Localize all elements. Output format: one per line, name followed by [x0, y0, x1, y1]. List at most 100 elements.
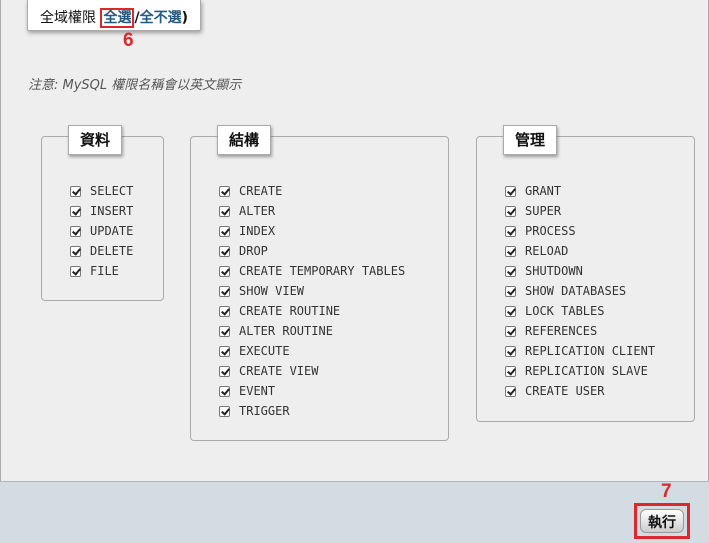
- group-structure-items: CREATE ALTER INDEX DROP CREATE TEMPORARY TAB…: [219, 181, 405, 421]
- privilege-item: LOCK TABLES: [505, 301, 655, 321]
- privilege-label[interactable]: CREATE TEMPORARY TABLES: [239, 264, 405, 278]
- privilege-item: INDEX: [219, 221, 405, 241]
- privilege-item: INSERT: [70, 201, 133, 221]
- privilege-checkbox[interactable]: [505, 365, 516, 377]
- privilege-checkbox[interactable]: [219, 385, 230, 397]
- group-data-items: SELECT INSERT UPDATE DELETE FILE: [70, 181, 133, 281]
- privilege-label[interactable]: FILE: [90, 264, 119, 278]
- global-privileges-legend: 全域權限 全選/全不選): [27, 0, 201, 31]
- privilege-item: CREATE TEMPORARY TABLES: [219, 261, 405, 281]
- privilege-checkbox[interactable]: [219, 245, 230, 257]
- legend-close-paren: ): [181, 10, 188, 26]
- privilege-checkbox[interactable]: [219, 205, 230, 217]
- privilege-item: SELECT: [70, 181, 133, 201]
- privilege-checkbox[interactable]: [219, 285, 230, 297]
- privilege-item: DROP: [219, 241, 405, 261]
- privilege-item: SHUTDOWN: [505, 261, 655, 281]
- privilege-label[interactable]: EXECUTE: [239, 344, 290, 358]
- privilege-label[interactable]: CREATE: [239, 184, 282, 198]
- group-admin-items: GRANT SUPER PROCESS RELOAD SHUTDOWN SHOW DATA…: [505, 181, 655, 401]
- privilege-label[interactable]: EVENT: [239, 384, 275, 398]
- privilege-label[interactable]: SELECT: [90, 184, 133, 198]
- privilege-checkbox[interactable]: [70, 265, 81, 277]
- privilege-checkbox[interactable]: [505, 385, 516, 397]
- deselect-all-link[interactable]: 全不選: [140, 10, 182, 26]
- privilege-checkbox[interactable]: [219, 305, 230, 317]
- privilege-item: UPDATE: [70, 221, 133, 241]
- privilege-checkbox[interactable]: [70, 185, 81, 197]
- privilege-checkbox[interactable]: [505, 225, 516, 237]
- privilege-item: GRANT: [505, 181, 655, 201]
- form-footer: [0, 481, 709, 543]
- privilege-item: CREATE ROUTINE: [219, 301, 405, 321]
- privilege-label[interactable]: ALTER ROUTINE: [239, 324, 333, 338]
- privilege-label[interactable]: LOCK TABLES: [525, 304, 604, 318]
- step-marker-7: 7: [661, 481, 672, 502]
- privilege-item: DELETE: [70, 241, 133, 261]
- privilege-label[interactable]: DELETE: [90, 244, 133, 258]
- privilege-item: REPLICATION CLIENT: [505, 341, 655, 361]
- privilege-checkbox[interactable]: [219, 325, 230, 337]
- privilege-label[interactable]: SUPER: [525, 204, 561, 218]
- privilege-checkbox[interactable]: [219, 365, 230, 377]
- privilege-item: CREATE VIEW: [219, 361, 405, 381]
- privilege-label[interactable]: TRIGGER: [239, 404, 290, 418]
- privilege-item: CREATE USER: [505, 381, 655, 401]
- privilege-checkbox[interactable]: [505, 325, 516, 337]
- privilege-checkbox[interactable]: [219, 405, 230, 417]
- privilege-item: PROCESS: [505, 221, 655, 241]
- privilege-item: CREATE: [219, 181, 405, 201]
- privilege-label[interactable]: CREATE ROUTINE: [239, 304, 340, 318]
- privilege-label[interactable]: CREATE USER: [525, 384, 604, 398]
- select-all-highlight: 全選: [100, 8, 135, 28]
- step-marker-6: 6: [123, 30, 134, 51]
- privilege-label[interactable]: REFERENCES: [525, 324, 597, 338]
- privilege-checkbox[interactable]: [505, 265, 516, 277]
- privilege-label[interactable]: UPDATE: [90, 224, 133, 238]
- select-all-link[interactable]: 全選: [103, 10, 131, 26]
- privilege-checkbox[interactable]: [70, 205, 81, 217]
- privilege-label[interactable]: SHUTDOWN: [525, 264, 583, 278]
- group-data: 資料 SELECT INSERT UPDATE DELETE FILE: [41, 125, 164, 301]
- privilege-label[interactable]: REPLICATION CLIENT: [525, 344, 655, 358]
- privilege-label[interactable]: CREATE VIEW: [239, 364, 318, 378]
- privilege-label[interactable]: RELOAD: [525, 244, 568, 258]
- group-data-title: 資料: [68, 125, 123, 155]
- privilege-label[interactable]: SHOW DATABASES: [525, 284, 626, 298]
- privilege-checkbox[interactable]: [219, 185, 230, 197]
- privilege-item: REPLICATION SLAVE: [505, 361, 655, 381]
- privilege-checkbox[interactable]: [219, 345, 230, 357]
- privilege-label[interactable]: PROCESS: [525, 224, 576, 238]
- privilege-item: ALTER: [219, 201, 405, 221]
- privilege-checkbox[interactable]: [505, 345, 516, 357]
- privilege-item: TRIGGER: [219, 401, 405, 421]
- go-button[interactable]: 執行: [640, 509, 684, 533]
- legend-title: 全域權限: [40, 10, 96, 26]
- privilege-checkbox[interactable]: [505, 285, 516, 297]
- group-structure-title: 結構: [217, 125, 272, 155]
- group-admin: 管理 GRANT SUPER PROCESS RELOAD SHUTDOWN SHOW D…: [476, 125, 695, 422]
- privilege-checkbox[interactable]: [505, 305, 516, 317]
- privilege-item: SUPER: [505, 201, 655, 221]
- privilege-checkbox[interactable]: [70, 245, 81, 257]
- privilege-item: EXECUTE: [219, 341, 405, 361]
- privilege-label[interactable]: REPLICATION SLAVE: [525, 364, 648, 378]
- privilege-checkbox[interactable]: [219, 265, 230, 277]
- privilege-label[interactable]: ALTER: [239, 204, 275, 218]
- go-button-highlight: 執行: [634, 503, 690, 539]
- global-privileges-panel: 全域權限 全選/全不選) 6 注意: MySQL 權限名稱會以英文顯示 資料 S…: [0, 0, 709, 481]
- privilege-item: SHOW DATABASES: [505, 281, 655, 301]
- privilege-label[interactable]: INSERT: [90, 204, 133, 218]
- privilege-label[interactable]: GRANT: [525, 184, 561, 198]
- privilege-name-note: 注意: MySQL 權限名稱會以英文顯示: [28, 78, 242, 93]
- privilege-checkbox[interactable]: [505, 205, 516, 217]
- privilege-label[interactable]: SHOW VIEW: [239, 284, 304, 298]
- privilege-item: EVENT: [219, 381, 405, 401]
- privilege-checkbox[interactable]: [505, 185, 516, 197]
- privilege-item: REFERENCES: [505, 321, 655, 341]
- privilege-checkbox[interactable]: [70, 225, 81, 237]
- privilege-label[interactable]: INDEX: [239, 224, 275, 238]
- privilege-checkbox[interactable]: [505, 245, 516, 257]
- privilege-label[interactable]: DROP: [239, 244, 268, 258]
- privilege-checkbox[interactable]: [219, 225, 230, 237]
